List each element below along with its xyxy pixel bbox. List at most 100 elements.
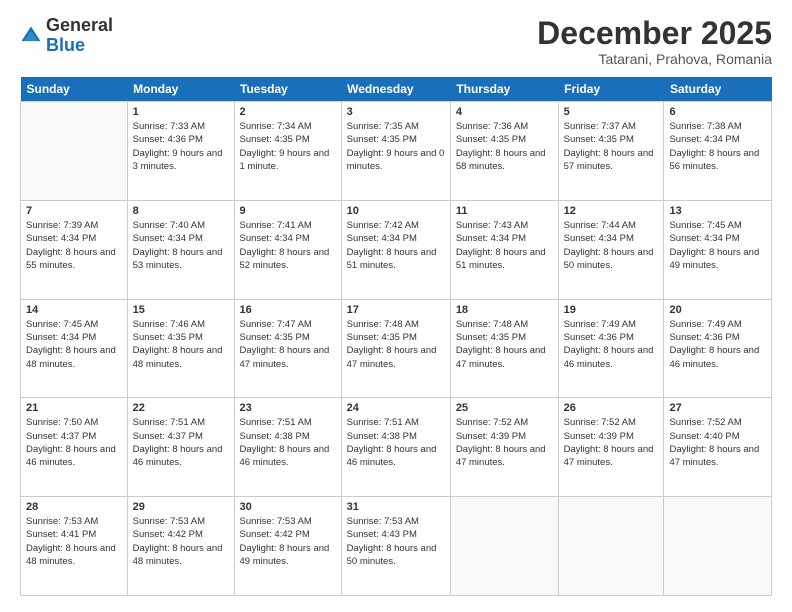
day-info: Sunrise: 7:45 AM Sunset: 4:34 PM Dayligh… (26, 318, 122, 371)
sunset-text: Sunset: 4:35 PM (133, 332, 203, 343)
sunrise-text: Sunrise: 7:49 AM (669, 319, 741, 330)
daylight-text: Daylight: 8 hours and 50 minutes. (347, 543, 437, 567)
sunset-text: Sunset: 4:34 PM (456, 233, 526, 244)
table-row: 6 Sunrise: 7:38 AM Sunset: 4:34 PM Dayli… (664, 102, 772, 201)
daylight-text: Daylight: 8 hours and 47 minutes. (240, 345, 330, 369)
day-info: Sunrise: 7:42 AM Sunset: 4:34 PM Dayligh… (347, 219, 445, 272)
daylight-text: Daylight: 8 hours and 47 minutes. (564, 444, 654, 468)
sunrise-text: Sunrise: 7:42 AM (347, 220, 419, 231)
sunrise-text: Sunrise: 7:49 AM (564, 319, 636, 330)
sunrise-text: Sunrise: 7:45 AM (26, 319, 98, 330)
day-info: Sunrise: 7:49 AM Sunset: 4:36 PM Dayligh… (564, 318, 659, 371)
daylight-text: Daylight: 8 hours and 58 minutes. (456, 148, 546, 172)
sunrise-text: Sunrise: 7:38 AM (669, 121, 741, 132)
daylight-text: Daylight: 8 hours and 52 minutes. (240, 247, 330, 271)
sunset-text: Sunset: 4:35 PM (347, 332, 417, 343)
day-info: Sunrise: 7:51 AM Sunset: 4:38 PM Dayligh… (240, 416, 336, 469)
day-number: 29 (133, 501, 229, 513)
daylight-text: Daylight: 8 hours and 55 minutes. (26, 247, 116, 271)
day-number: 13 (669, 205, 766, 217)
table-row: 18 Sunrise: 7:48 AM Sunset: 4:35 PM Dayl… (450, 299, 558, 398)
day-number: 6 (669, 106, 766, 118)
sunrise-text: Sunrise: 7:48 AM (347, 319, 419, 330)
daylight-text: Daylight: 8 hours and 47 minutes. (456, 345, 546, 369)
daylight-text: Daylight: 8 hours and 51 minutes. (347, 247, 437, 271)
day-info: Sunrise: 7:51 AM Sunset: 4:37 PM Dayligh… (133, 416, 229, 469)
sunset-text: Sunset: 4:37 PM (26, 431, 96, 442)
table-row: 20 Sunrise: 7:49 AM Sunset: 4:36 PM Dayl… (664, 299, 772, 398)
sunrise-text: Sunrise: 7:45 AM (669, 220, 741, 231)
sunset-text: Sunset: 4:35 PM (564, 134, 634, 145)
header-friday: Friday (558, 77, 664, 102)
sunrise-text: Sunrise: 7:44 AM (564, 220, 636, 231)
sunrise-text: Sunrise: 7:40 AM (133, 220, 205, 231)
table-row: 26 Sunrise: 7:52 AM Sunset: 4:39 PM Dayl… (558, 398, 664, 497)
sunset-text: Sunset: 4:35 PM (240, 134, 310, 145)
sunset-text: Sunset: 4:34 PM (240, 233, 310, 244)
table-row (664, 497, 772, 596)
day-info: Sunrise: 7:36 AM Sunset: 4:35 PM Dayligh… (456, 120, 553, 173)
sunset-text: Sunset: 4:36 PM (669, 332, 739, 343)
table-row: 1 Sunrise: 7:33 AM Sunset: 4:36 PM Dayli… (127, 102, 234, 201)
table-row (558, 497, 664, 596)
table-row: 2 Sunrise: 7:34 AM Sunset: 4:35 PM Dayli… (234, 102, 341, 201)
daylight-text: Daylight: 8 hours and 51 minutes. (456, 247, 546, 271)
day-info: Sunrise: 7:48 AM Sunset: 4:35 PM Dayligh… (456, 318, 553, 371)
sunset-text: Sunset: 4:43 PM (347, 529, 417, 540)
daylight-text: Daylight: 8 hours and 46 minutes. (564, 345, 654, 369)
day-info: Sunrise: 7:37 AM Sunset: 4:35 PM Dayligh… (564, 120, 659, 173)
header-monday: Monday (127, 77, 234, 102)
table-row: 17 Sunrise: 7:48 AM Sunset: 4:35 PM Dayl… (341, 299, 450, 398)
day-info: Sunrise: 7:34 AM Sunset: 4:35 PM Dayligh… (240, 120, 336, 173)
table-row: 9 Sunrise: 7:41 AM Sunset: 4:34 PM Dayli… (234, 200, 341, 299)
calendar-week-row: 28 Sunrise: 7:53 AM Sunset: 4:41 PM Dayl… (21, 497, 772, 596)
day-number: 5 (564, 106, 659, 118)
table-row (450, 497, 558, 596)
day-number: 19 (564, 304, 659, 316)
sunset-text: Sunset: 4:38 PM (347, 431, 417, 442)
day-info: Sunrise: 7:40 AM Sunset: 4:34 PM Dayligh… (133, 219, 229, 272)
table-row: 15 Sunrise: 7:46 AM Sunset: 4:35 PM Dayl… (127, 299, 234, 398)
sunset-text: Sunset: 4:35 PM (240, 332, 310, 343)
calendar-page: General Blue December 2025 Tatarani, Pra… (0, 0, 792, 612)
sunrise-text: Sunrise: 7:43 AM (456, 220, 528, 231)
day-number: 9 (240, 205, 336, 217)
logo-general-text: General (46, 15, 113, 35)
sunset-text: Sunset: 4:39 PM (456, 431, 526, 442)
sunrise-text: Sunrise: 7:52 AM (564, 417, 636, 428)
daylight-text: Daylight: 8 hours and 46 minutes. (240, 444, 330, 468)
day-number: 21 (26, 402, 122, 414)
table-row: 23 Sunrise: 7:51 AM Sunset: 4:38 PM Dayl… (234, 398, 341, 497)
day-info: Sunrise: 7:48 AM Sunset: 4:35 PM Dayligh… (347, 318, 445, 371)
sunrise-text: Sunrise: 7:41 AM (240, 220, 312, 231)
day-number: 2 (240, 106, 336, 118)
day-number: 27 (669, 402, 766, 414)
table-row: 29 Sunrise: 7:53 AM Sunset: 4:42 PM Dayl… (127, 497, 234, 596)
day-number: 15 (133, 304, 229, 316)
day-info: Sunrise: 7:53 AM Sunset: 4:42 PM Dayligh… (133, 515, 229, 568)
day-info: Sunrise: 7:43 AM Sunset: 4:34 PM Dayligh… (456, 219, 553, 272)
table-row: 14 Sunrise: 7:45 AM Sunset: 4:34 PM Dayl… (21, 299, 128, 398)
sunrise-text: Sunrise: 7:53 AM (26, 516, 98, 527)
calendar-table: Sunday Monday Tuesday Wednesday Thursday… (20, 77, 772, 596)
sunrise-text: Sunrise: 7:52 AM (456, 417, 528, 428)
daylight-text: Daylight: 8 hours and 46 minutes. (133, 444, 223, 468)
sunset-text: Sunset: 4:42 PM (240, 529, 310, 540)
daylight-text: Daylight: 8 hours and 48 minutes. (26, 543, 116, 567)
table-row: 25 Sunrise: 7:52 AM Sunset: 4:39 PM Dayl… (450, 398, 558, 497)
sunset-text: Sunset: 4:34 PM (564, 233, 634, 244)
day-number: 7 (26, 205, 122, 217)
table-row (21, 102, 128, 201)
day-info: Sunrise: 7:35 AM Sunset: 4:35 PM Dayligh… (347, 120, 445, 173)
sunset-text: Sunset: 4:41 PM (26, 529, 96, 540)
sunrise-text: Sunrise: 7:51 AM (133, 417, 205, 428)
sunrise-text: Sunrise: 7:51 AM (240, 417, 312, 428)
table-row: 24 Sunrise: 7:51 AM Sunset: 4:38 PM Dayl… (341, 398, 450, 497)
day-info: Sunrise: 7:39 AM Sunset: 4:34 PM Dayligh… (26, 219, 122, 272)
sunset-text: Sunset: 4:34 PM (26, 332, 96, 343)
table-row: 3 Sunrise: 7:35 AM Sunset: 4:35 PM Dayli… (341, 102, 450, 201)
day-number: 26 (564, 402, 659, 414)
calendar-week-row: 1 Sunrise: 7:33 AM Sunset: 4:36 PM Dayli… (21, 102, 772, 201)
month-title: December 2025 (537, 16, 772, 51)
sunset-text: Sunset: 4:34 PM (133, 233, 203, 244)
